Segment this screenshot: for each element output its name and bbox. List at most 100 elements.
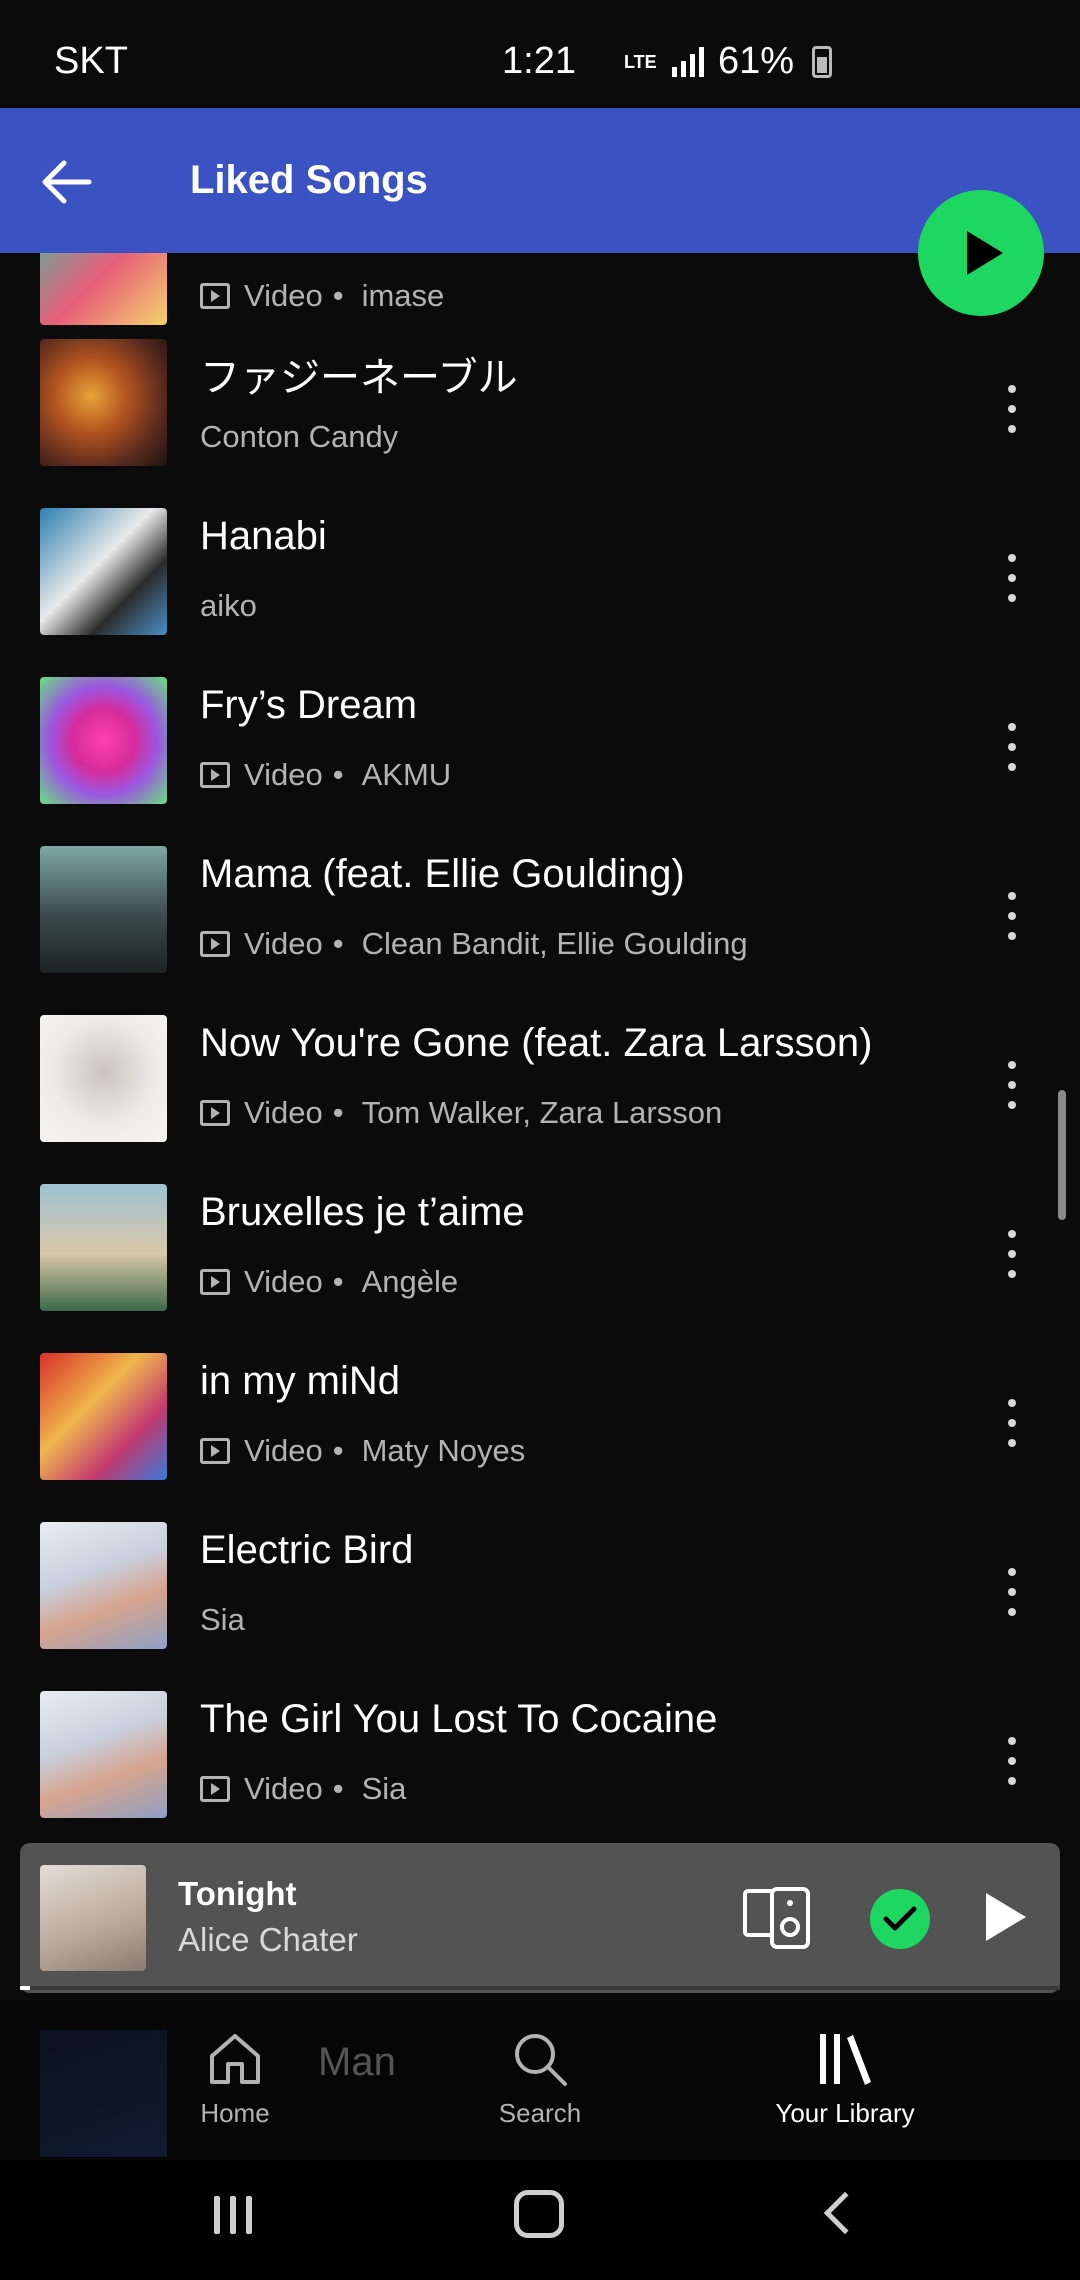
system-back-button[interactable] (823, 2191, 867, 2235)
page-title: Liked Songs (190, 158, 428, 202)
song-artist: Clean Bandit, Ellie Goulding (361, 926, 748, 961)
song-title: Electric Bird (200, 1528, 414, 1572)
liked-check-icon[interactable] (870, 1889, 930, 1949)
song-subtitle: Video • Tom Walker, Zara Larsson (200, 1095, 722, 1131)
song-title: Bruxelles je t’aime (200, 1190, 525, 1234)
video-icon (200, 1269, 230, 1295)
song-title: The Girl You Lost To Cocaine (200, 1697, 718, 1741)
more-options-button[interactable] (990, 1562, 1034, 1622)
song-title: Fry’s Dream (200, 683, 418, 727)
search-icon (515, 2034, 567, 2086)
nav-search-label: Search (498, 2098, 582, 2128)
song-subtitle: Conton Candy (200, 419, 398, 455)
song-row[interactable]: ファジーネーブル Conton Candy (0, 339, 1080, 508)
song-artist: Maty Noyes (361, 1433, 526, 1468)
video-icon (200, 762, 230, 788)
more-options-button[interactable] (990, 1393, 1034, 1453)
song-subtitle: aiko (200, 588, 257, 624)
album-art (40, 1184, 167, 1311)
video-label: Video (244, 926, 323, 961)
status-bar: SKT 1:21 LTE 61% (0, 0, 1080, 108)
song-subtitle: Video • AKMU (200, 757, 451, 793)
now-playing-artist: Alice Chater (178, 1921, 358, 1958)
more-options-button[interactable] (990, 886, 1034, 946)
nav-library[interactable]: Your Library (745, 2030, 945, 2160)
recents-button[interactable] (214, 2196, 252, 2234)
album-art (40, 339, 167, 466)
song-subtitle: Sia (200, 1602, 245, 1638)
song-title: Now You're Gone (feat. Zara Larsson) (200, 1021, 873, 1065)
system-home-button[interactable] (514, 2190, 564, 2238)
song-subtitle: Video • imase (200, 278, 444, 314)
song-subtitle: Video • Maty Noyes (200, 1433, 525, 1469)
song-row[interactable]: Mama (feat. Ellie Goulding) Video • Clean… (0, 846, 1080, 1015)
album-art (40, 677, 167, 804)
song-row[interactable]: Now You're Gone (feat. Zara Larsson) Vid… (0, 1015, 1080, 1184)
song-subtitle: Video • Sia (200, 1771, 406, 1807)
song-row[interactable]: Hanabi aiko (0, 508, 1080, 677)
mini-play-button[interactable] (986, 1893, 1026, 1941)
nav-library-label: Your Library (775, 2098, 915, 2128)
mini-player[interactable]: Tonight Alice Chater (20, 1843, 1060, 1993)
status-icons: LTE 61% (624, 40, 833, 83)
album-art (40, 1522, 167, 1649)
play-icon (967, 231, 1003, 275)
now-playing-art (40, 1865, 146, 1971)
video-icon (200, 283, 230, 309)
more-options-button[interactable] (990, 1055, 1034, 1115)
song-title: ファジーネーブル (200, 356, 518, 400)
album-art (40, 1353, 167, 1480)
more-options-button[interactable] (990, 548, 1034, 608)
nav-home-label: Home (200, 2098, 270, 2128)
video-label: Video (244, 1264, 323, 1299)
album-art (40, 253, 167, 325)
album-art (40, 508, 167, 635)
shuffle-play-button[interactable] (918, 190, 1044, 316)
home-icon (210, 2034, 260, 2084)
song-row[interactable]: Fry’s Dream Video • AKMU (0, 677, 1080, 846)
connect-device-icon[interactable] (742, 1885, 812, 1951)
lte-icon: LTE (624, 51, 657, 72)
more-options-button[interactable] (990, 379, 1034, 439)
battery-icon (812, 45, 833, 78)
nav-search[interactable]: Search (440, 2030, 640, 2160)
song-artist: aiko (200, 588, 257, 623)
song-row[interactable]: Electric Bird Sia (0, 1522, 1080, 1691)
signal-icon (672, 46, 704, 77)
song-list[interactable]: Video • imase ファジーネーブル Conton Candy Hanab… (0, 253, 1080, 1843)
song-title: in my miNd (200, 1359, 401, 1403)
more-options-button[interactable] (990, 1224, 1034, 1284)
video-label: Video (244, 278, 323, 313)
song-row[interactable]: in my miNd Video • Maty Noyes (0, 1353, 1080, 1522)
nav-home[interactable]: Home (135, 2030, 335, 2160)
now-playing-title: Tonight (178, 1875, 297, 1912)
song-title: Hanabi (200, 514, 327, 558)
song-artist: imase (361, 278, 445, 313)
video-icon (200, 1438, 230, 1464)
carrier-label: SKT (54, 40, 128, 82)
song-row[interactable]: Bruxelles je t’aime Video • Angèle (0, 1184, 1080, 1353)
video-icon (200, 1776, 230, 1802)
song-title: Mama (feat. Ellie Goulding) (200, 852, 685, 896)
bottom-navigation: Home Search Your Library (0, 2000, 1080, 2160)
playback-progress-fill (20, 1986, 31, 1990)
back-button[interactable] (30, 146, 102, 218)
song-artist: AKMU (361, 757, 452, 792)
song-artist: Tom Walker, Zara Larsson (361, 1095, 723, 1130)
video-label: Video (244, 1095, 323, 1130)
system-navigation-bar (0, 2160, 1080, 2280)
album-art (40, 1691, 167, 1818)
song-artist: Sia (200, 1602, 245, 1637)
scrollbar-thumb[interactable] (1058, 1090, 1066, 1220)
battery-percent: 61% (718, 40, 795, 82)
song-subtitle: Video • Clean Bandit, Ellie Goulding (200, 926, 748, 962)
arrow-left-icon (42, 160, 92, 204)
video-icon (200, 1100, 230, 1126)
playback-progress (20, 1986, 1060, 1990)
song-row[interactable]: The Girl You Lost To Cocaine Video • Sia (0, 1691, 1080, 1843)
more-options-button[interactable] (990, 717, 1034, 777)
more-options-button[interactable] (990, 1731, 1034, 1791)
album-art (40, 846, 167, 973)
video-label: Video (244, 1433, 323, 1468)
song-artist: Sia (361, 1771, 407, 1806)
